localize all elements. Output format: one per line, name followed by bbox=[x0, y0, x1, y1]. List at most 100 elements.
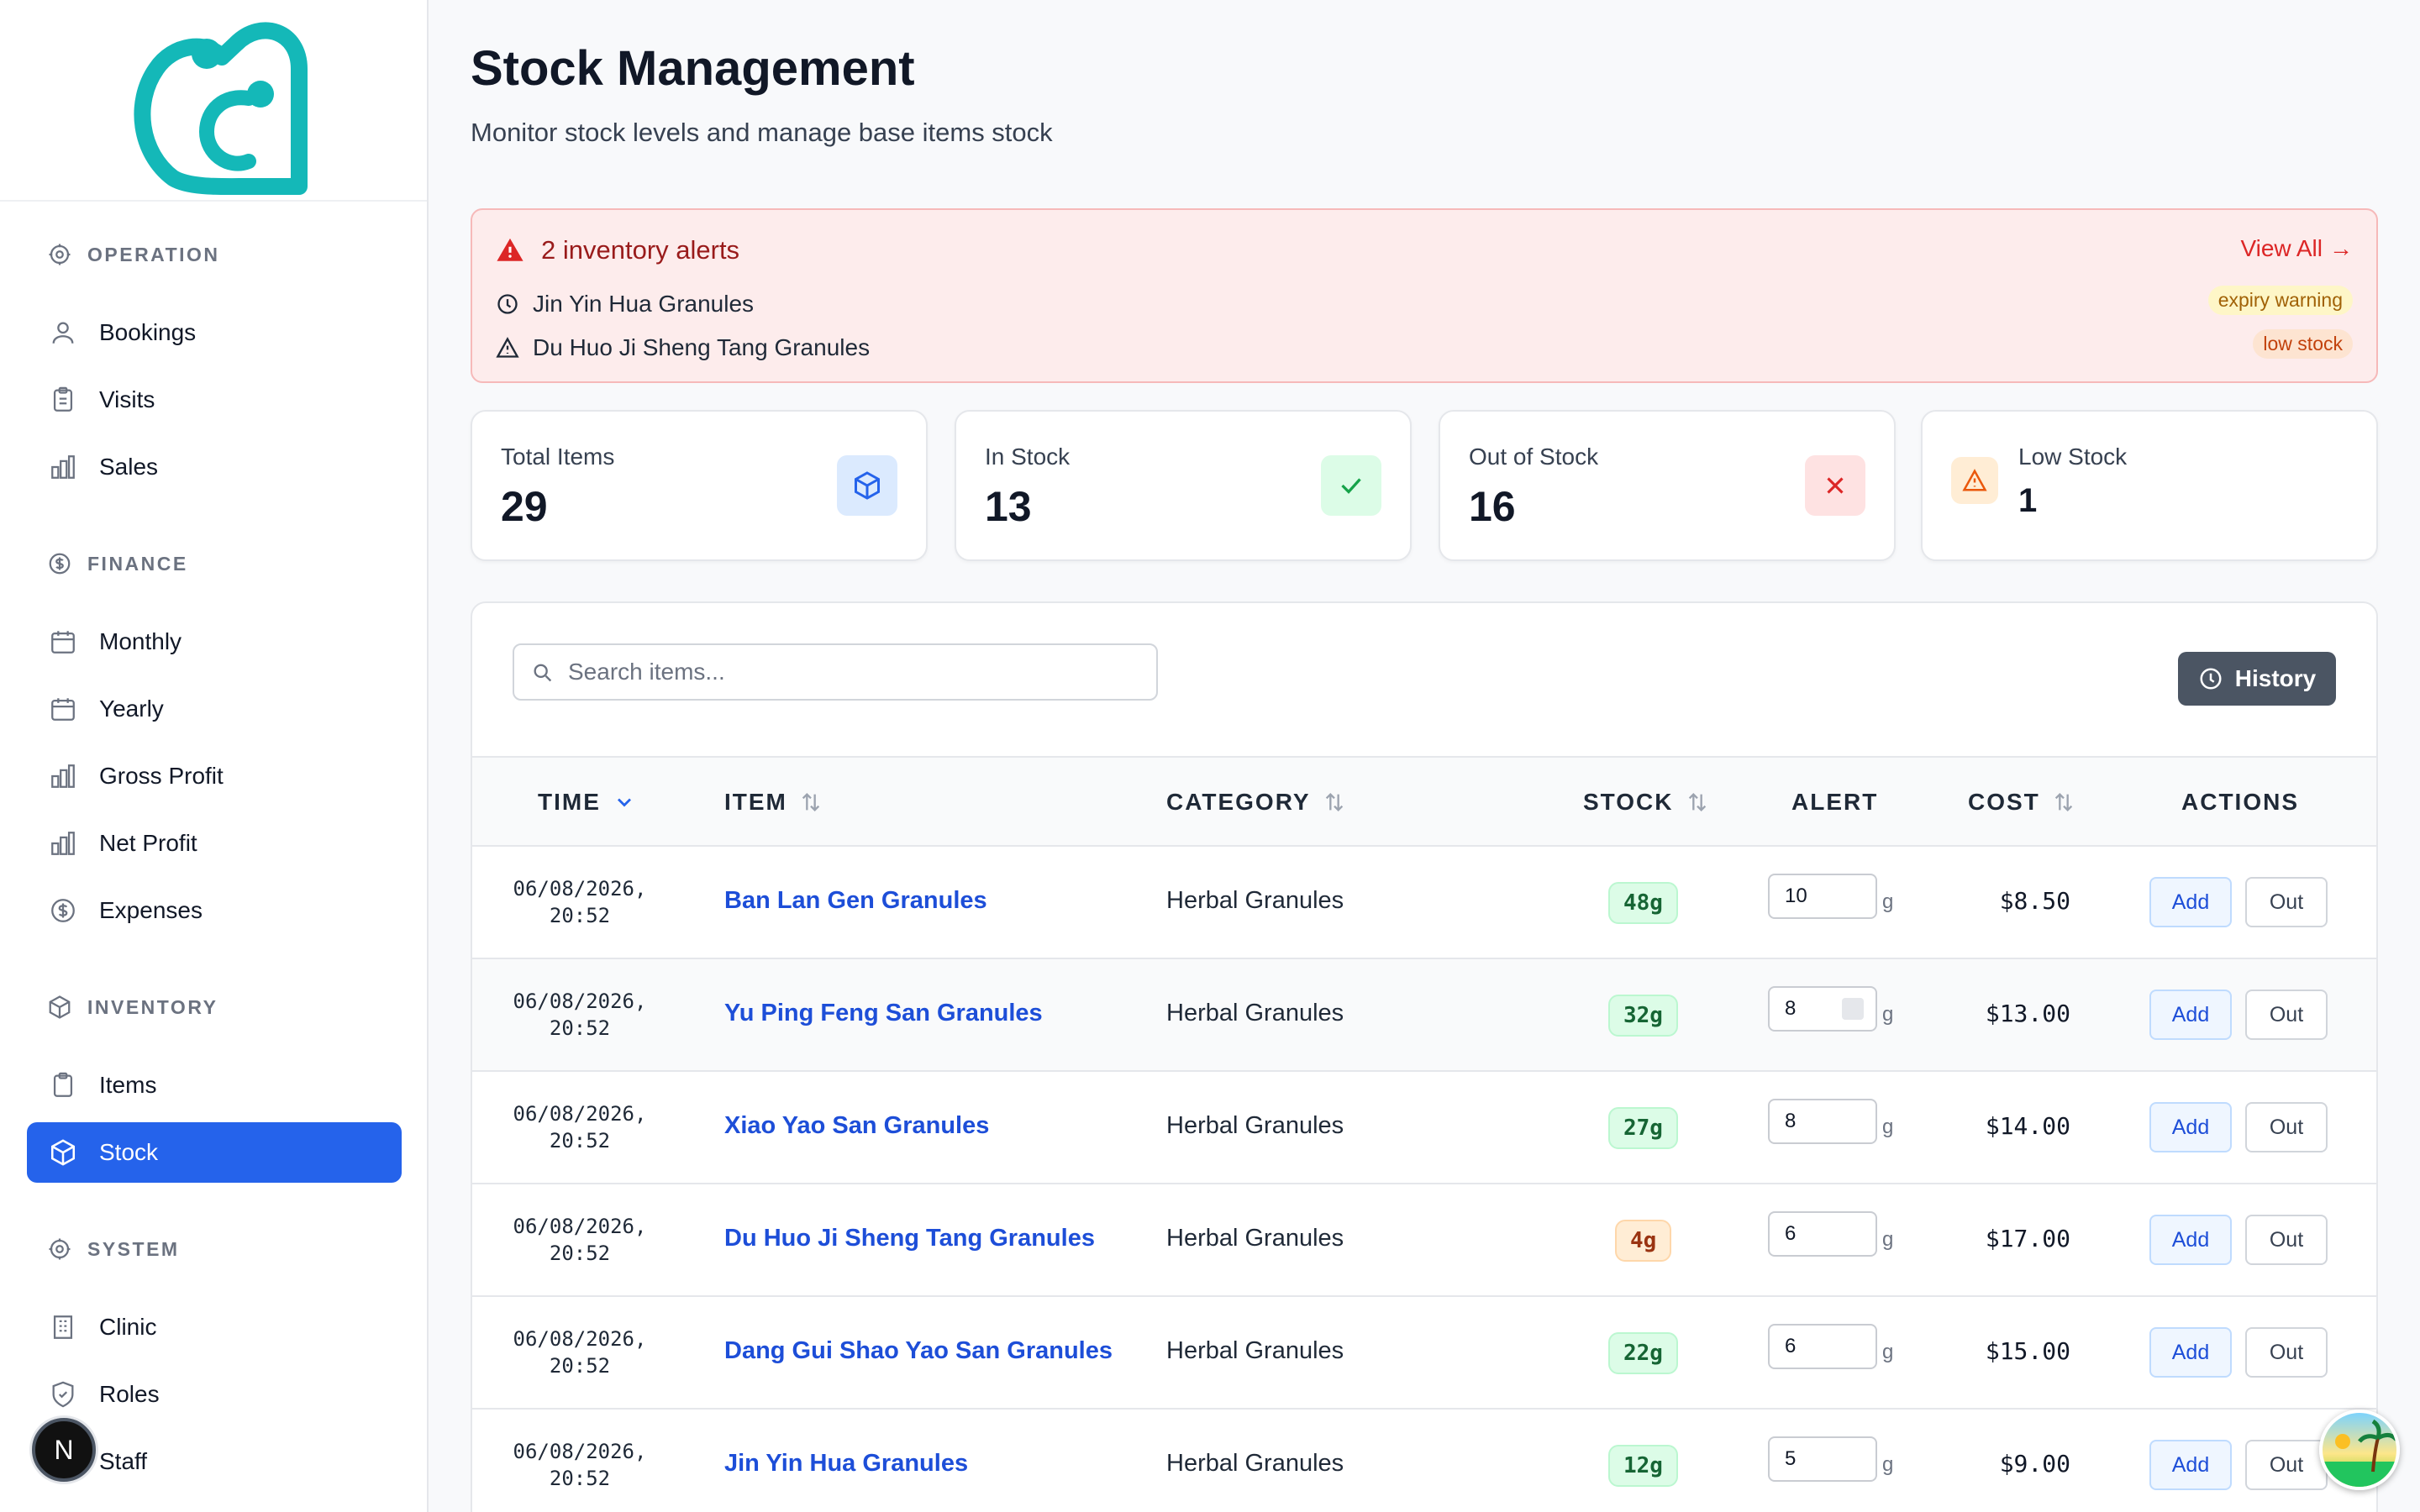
sidebar-item-yearly[interactable]: Yearly bbox=[27, 679, 402, 739]
section-finance: FINANCE bbox=[47, 551, 188, 576]
page-title: Stock Management bbox=[471, 41, 915, 96]
row-time: 06/08/2026, 20:52 bbox=[513, 1215, 647, 1265]
row-category: Herbal Granules bbox=[1166, 1450, 1344, 1477]
row-cost: $8.50 bbox=[1999, 887, 2070, 915]
section-inventory: INVENTORY bbox=[47, 995, 218, 1020]
item-link[interactable]: Xiao Yao San Granules bbox=[724, 1112, 989, 1140]
sidebar-item-gross-profit[interactable]: Gross Profit bbox=[27, 746, 402, 806]
add-stock-button[interactable]: Add bbox=[2149, 1327, 2232, 1378]
x-icon bbox=[1805, 455, 1865, 516]
item-link[interactable]: Ban Lan Gen Granules bbox=[724, 887, 987, 915]
unit-label: g bbox=[1882, 890, 1894, 913]
column-stock[interactable]: STOCK bbox=[1583, 758, 1709, 847]
item-link[interactable]: Jin Yin Hua Granules bbox=[724, 1450, 968, 1478]
sidebar-item-stock[interactable]: Stock bbox=[27, 1122, 402, 1183]
warning-icon bbox=[1951, 457, 1998, 504]
add-stock-button[interactable]: Add bbox=[2149, 1440, 2232, 1490]
stock-badge: 32g bbox=[1608, 995, 1678, 1037]
expiry-warning-badge: expiry warning bbox=[2207, 286, 2353, 315]
shield-icon bbox=[52, 1381, 74, 1408]
bar-chart-icon bbox=[51, 832, 75, 855]
stat-in-stock: In Stock 13 bbox=[955, 410, 1412, 561]
sidebar-item-items[interactable]: Items bbox=[27, 1055, 402, 1116]
out-stock-button[interactable]: Out bbox=[2245, 990, 2328, 1040]
out-stock-button[interactable]: Out bbox=[2245, 1215, 2328, 1265]
add-stock-button[interactable]: Add bbox=[2149, 1102, 2232, 1152]
unit-label: g bbox=[1882, 1228, 1894, 1251]
gear-icon bbox=[49, 1238, 71, 1260]
stat-low-stock: Low Stock 1 bbox=[1921, 410, 2378, 561]
table-header: TIME ITEM CATEGORY STOCK ALERT COST ACTI… bbox=[472, 756, 2376, 847]
column-category[interactable]: CATEGORY bbox=[1166, 758, 1346, 847]
dollar-circle-icon bbox=[51, 899, 75, 922]
arrow-right-icon: → bbox=[2329, 235, 2353, 261]
search-icon bbox=[534, 664, 552, 682]
alert-item[interactable]: Jin Yin Hua Granules bbox=[496, 291, 754, 318]
sidebar-item-expenses[interactable]: Expenses bbox=[27, 880, 402, 941]
alert-item[interactable]: Du Huo Ji Sheng Tang Granules bbox=[496, 334, 870, 361]
item-link[interactable]: Yu Ping Feng San Granules bbox=[724, 1000, 1043, 1027]
alert-threshold-input[interactable]: 5 bbox=[1768, 1436, 1877, 1482]
building-icon bbox=[53, 1315, 73, 1339]
out-stock-button[interactable]: Out bbox=[2245, 1440, 2328, 1490]
add-stock-button[interactable]: Add bbox=[2149, 1215, 2232, 1265]
row-category: Herbal Granules bbox=[1166, 887, 1344, 914]
clinic-logo[interactable] bbox=[123, 10, 308, 195]
sidebar-item-visits[interactable]: Visits bbox=[27, 370, 402, 430]
out-stock-button[interactable]: Out bbox=[2245, 1327, 2328, 1378]
search-box[interactable] bbox=[513, 643, 1158, 701]
stock-badge: 48g bbox=[1608, 882, 1678, 924]
add-stock-button[interactable]: Add bbox=[2149, 877, 2232, 927]
sort-icon bbox=[1325, 793, 1343, 811]
sidebar-item-net-profit[interactable]: Net Profit bbox=[27, 813, 402, 874]
warning-icon bbox=[496, 337, 519, 358]
user-icon bbox=[52, 322, 74, 344]
sidebar-item-roles[interactable]: Roles bbox=[27, 1364, 402, 1425]
logo-area bbox=[0, 0, 427, 202]
box-icon bbox=[837, 455, 897, 516]
view-all-link[interactable]: View All → bbox=[2240, 235, 2353, 262]
sort-icon bbox=[802, 793, 820, 811]
row-cost: $9.00 bbox=[1999, 1450, 2070, 1478]
user-avatar[interactable]: N bbox=[32, 1418, 96, 1482]
table-row: 06/08/2026, 20:52 Yu Ping Feng San Granul… bbox=[472, 959, 2376, 1072]
section-operation: OPERATION bbox=[47, 242, 220, 267]
alert-threshold-input[interactable]: 6 bbox=[1768, 1211, 1877, 1257]
stock-badge: 27g bbox=[1608, 1107, 1678, 1149]
alert-threshold-input[interactable]: 8 bbox=[1768, 986, 1877, 1032]
alert-threshold-input[interactable]: 8 bbox=[1768, 1099, 1877, 1144]
alert-threshold-input[interactable]: 6 bbox=[1768, 1324, 1877, 1369]
alerts-title: 2 inventory alerts bbox=[496, 235, 739, 265]
out-stock-button[interactable]: Out bbox=[2245, 1102, 2328, 1152]
spinner-icon[interactable] bbox=[1842, 998, 1864, 1020]
gear-icon bbox=[49, 244, 71, 265]
calendar-icon bbox=[51, 631, 75, 654]
assistant-avatar-icon[interactable] bbox=[2319, 1410, 2400, 1490]
out-stock-button[interactable]: Out bbox=[2245, 877, 2328, 927]
column-time[interactable]: TIME bbox=[538, 758, 636, 847]
sort-icon bbox=[2054, 793, 2072, 811]
stock-badge: 22g bbox=[1608, 1332, 1678, 1374]
stock-table-card: History TIME ITEM CATEGORY STOCK ALERT bbox=[471, 601, 2378, 1512]
unit-label: g bbox=[1882, 1341, 1894, 1363]
row-category: Herbal Granules bbox=[1166, 1337, 1344, 1364]
row-time: 06/08/2026, 20:52 bbox=[513, 877, 647, 927]
column-cost[interactable]: COST bbox=[1968, 758, 2075, 847]
history-button[interactable]: History bbox=[2178, 652, 2336, 706]
sidebar-item-clinic[interactable]: Clinic bbox=[27, 1297, 402, 1357]
search-input[interactable] bbox=[568, 659, 1139, 685]
item-link[interactable]: Dang Gui Shao Yao San Granules bbox=[724, 1337, 1113, 1365]
sidebar-item-sales[interactable]: Sales bbox=[27, 437, 402, 497]
row-time: 06/08/2026, 20:52 bbox=[513, 990, 647, 1040]
clock-icon bbox=[497, 294, 518, 314]
row-category: Herbal Granules bbox=[1166, 1225, 1344, 1252]
stat-total-items: Total Items 29 bbox=[471, 410, 928, 561]
sidebar-item-monthly[interactable]: Monthly bbox=[27, 612, 402, 672]
low-stock-badge: low stock bbox=[2253, 329, 2353, 359]
column-item[interactable]: ITEM bbox=[724, 758, 823, 847]
item-link[interactable]: Du Huo Ji Sheng Tang Granules bbox=[724, 1225, 1095, 1252]
alert-threshold-input[interactable]: 10 bbox=[1768, 874, 1877, 919]
sidebar-item-bookings[interactable]: Bookings bbox=[27, 302, 402, 363]
dollar-circle-icon bbox=[49, 553, 71, 575]
add-stock-button[interactable]: Add bbox=[2149, 990, 2232, 1040]
